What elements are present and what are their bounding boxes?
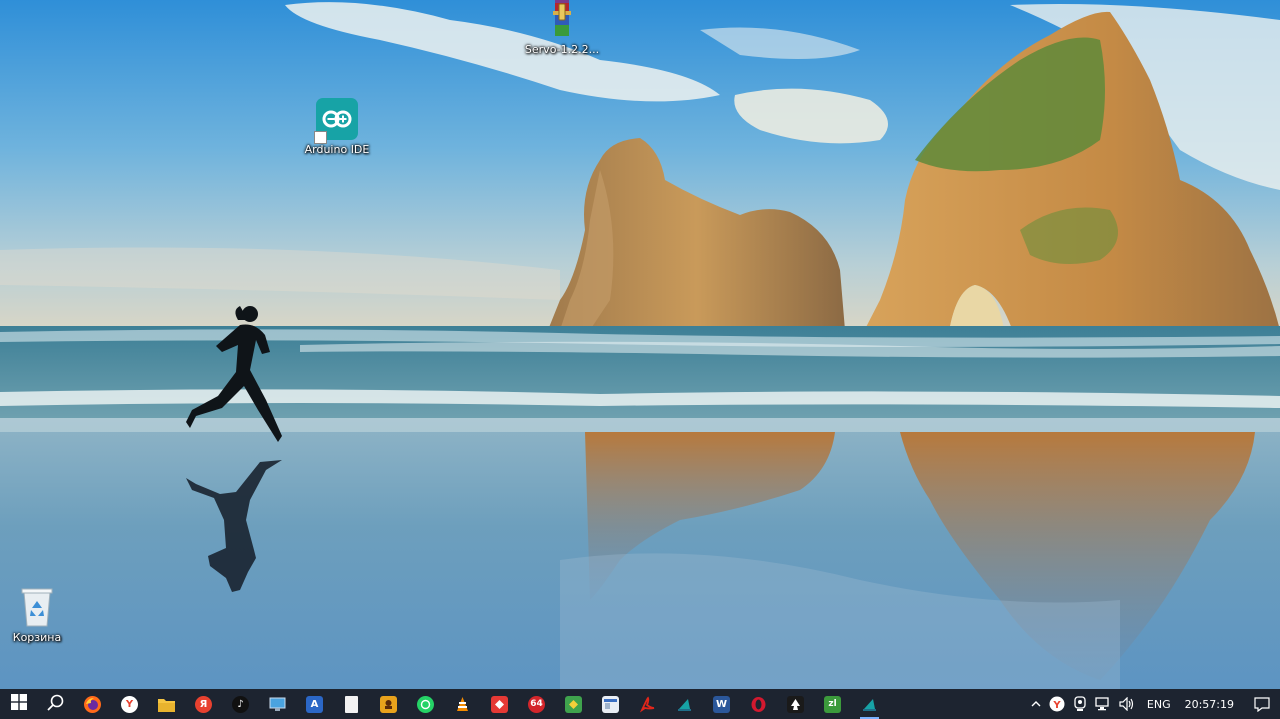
desktop-icon-label: Arduino IDE <box>304 143 370 156</box>
calculator-icon <box>565 695 582 713</box>
taskbar-app-yandex[interactable]: Я <box>185 689 222 719</box>
remote-desktop-icon <box>269 696 286 713</box>
taskbar-app-text-editor[interactable]: A <box>296 689 333 719</box>
document-icon <box>345 695 358 713</box>
word-icon: W <box>713 695 730 713</box>
webcam-icon[interactable] <box>1069 689 1091 719</box>
taskbar-app-tiktok[interactable]: ♪ <box>222 689 259 719</box>
start-button[interactable] <box>0 689 37 719</box>
pdf-icon <box>639 695 656 713</box>
search-icon <box>47 694 64 715</box>
aida64-icon: 64 <box>528 695 545 713</box>
taskbar-app-aida64[interactable]: 64 <box>518 689 555 719</box>
yandex-icon: Я <box>195 695 212 713</box>
anydesk-icon <box>491 695 508 713</box>
desktop-wallpaper <box>0 0 1280 689</box>
notification-icon[interactable] <box>1244 689 1280 719</box>
volume-icon[interactable] <box>1115 689 1139 719</box>
taskbar-app-window[interactable] <box>592 689 629 719</box>
taskbar-app-firefox[interactable] <box>74 689 111 719</box>
taskbar-app-anydesk[interactable] <box>481 689 518 719</box>
taskbar-app-file-explorer[interactable] <box>148 689 185 719</box>
arduino-icon <box>314 98 358 144</box>
taskbar-app-acrobat[interactable] <box>629 689 666 719</box>
taskbar-app-calculator[interactable] <box>555 689 592 719</box>
inkscape-icon <box>787 695 804 713</box>
chevron-up-icon[interactable] <box>1027 689 1045 719</box>
taskbar-app-word[interactable]: W <box>703 689 740 719</box>
arduino-taskbar-icon <box>676 696 693 713</box>
vlc-cone-icon <box>454 696 471 713</box>
desktop-icon-label: Servo-1.2.2... <box>524 43 600 56</box>
taskbar-app-zl[interactable]: zl <box>814 689 851 719</box>
taskbar-app-vlc[interactable] <box>444 689 481 719</box>
windows-logo-icon <box>10 694 27 714</box>
recycle-bin-icon <box>18 586 56 628</box>
language-indicator[interactable]: ENG <box>1139 689 1179 719</box>
desktop-icon-arduino-ide[interactable]: Arduino IDE <box>297 98 377 156</box>
whatsapp-icon <box>417 695 434 713</box>
taskbar: Y Я ♪ A 64 W zl Y ENG 20:57:19 <box>0 689 1280 719</box>
taskbar-app-arduino-ide[interactable] <box>666 689 703 719</box>
tiktok-icon: ♪ <box>232 695 249 713</box>
font-a-icon: A <box>306 695 323 713</box>
network-icon[interactable] <box>1091 689 1115 719</box>
taskbar-app-inkscape[interactable] <box>777 689 814 719</box>
taskbar-app-whatsapp[interactable] <box>407 689 444 719</box>
folder-icon <box>158 696 175 713</box>
taskbar-app-opera[interactable] <box>740 689 777 719</box>
yandex-browser-icon: Y <box>121 695 138 713</box>
system-tray: Y ENG 20:57:19 <box>1027 689 1280 719</box>
search-button[interactable] <box>37 689 74 719</box>
desktop-icon-servo-archive[interactable]: Servo-1.2.2... <box>522 0 602 56</box>
taskbar-app-remote-desktop[interactable] <box>259 689 296 719</box>
arduino-taskbar-icon <box>861 696 878 713</box>
shortcut-arrow-icon <box>314 131 327 144</box>
taskbar-app-image[interactable] <box>370 689 407 719</box>
svg-text:Y: Y <box>1052 700 1061 711</box>
desktop-icon-recycle-bin[interactable]: Корзина <box>0 586 77 644</box>
zl-app-icon: zl <box>824 695 841 713</box>
taskbar-app-yandex-browser[interactable]: Y <box>111 689 148 719</box>
yandex-tray-icon[interactable]: Y <box>1045 689 1069 719</box>
taskbar-app-notepad[interactable] <box>333 689 370 719</box>
window-icon <box>602 695 619 713</box>
winrar-archive-icon <box>538 0 586 40</box>
image-app-icon <box>380 695 397 713</box>
desktop-icon-label: Корзина <box>12 631 62 644</box>
firefox-icon <box>84 695 101 713</box>
opera-icon <box>750 696 767 713</box>
taskbar-app-arduino-ide-running[interactable] <box>851 689 888 719</box>
clock[interactable]: 20:57:19 <box>1179 689 1244 719</box>
